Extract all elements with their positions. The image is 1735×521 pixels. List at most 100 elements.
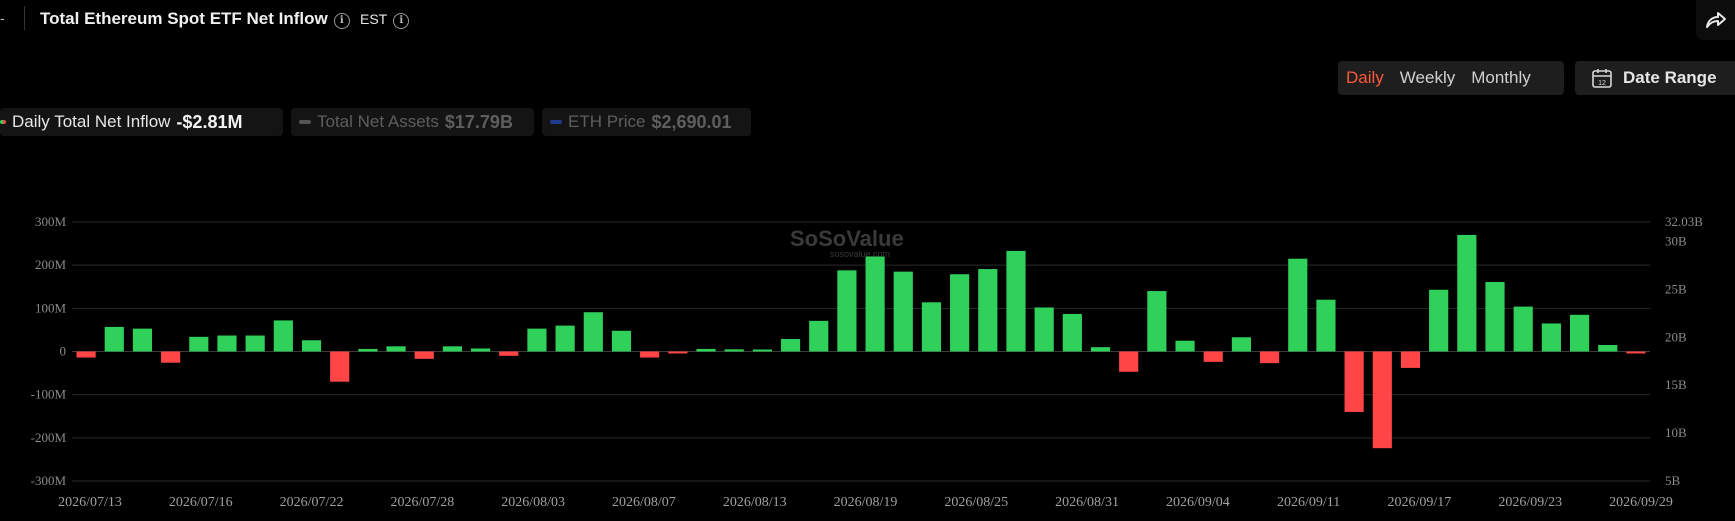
x-axis-date-label: 2026/08/19	[834, 495, 898, 510]
inflow-bar	[780, 338, 801, 352]
outflow-bar	[330, 351, 350, 382]
outflow-bar	[1203, 351, 1223, 362]
right-axis-tick: 32.03B	[1665, 214, 1703, 229]
outflow-bar	[161, 351, 181, 363]
outflow-bar	[1372, 351, 1392, 449]
right-axis-tick: 25B	[1665, 281, 1687, 296]
inflow-bar	[104, 326, 124, 352]
left-axis-tick: 0	[60, 344, 67, 359]
outflow-bar	[1119, 351, 1139, 372]
x-axis-date-label: 2026/09/29	[1609, 495, 1673, 510]
inflow-bar	[527, 328, 547, 352]
x-axis-date-label: 2026/08/31	[1055, 495, 1119, 510]
date-range-button[interactable]: 12 Date Range	[1575, 61, 1735, 95]
inflow-bar	[1569, 314, 1590, 352]
legend-total-net-assets[interactable]: Total Net Assets $17.79B	[291, 108, 534, 136]
tab-weekly[interactable]: Weekly	[1392, 68, 1463, 88]
inflow-bar	[724, 349, 744, 352]
timezone-text: EST	[360, 11, 388, 27]
timezone-label: EST i	[360, 11, 410, 29]
calendar-day-number: 12	[1598, 80, 1606, 87]
x-axis-date-label: 2026/09/23	[1498, 495, 1562, 510]
legend-label-eth-price: ETH Price	[568, 112, 646, 131]
x-axis-date-label: 2026/08/13	[723, 495, 787, 510]
inflow-bar	[358, 348, 378, 352]
outflow-bar	[1260, 351, 1280, 364]
inflow-bar	[809, 320, 829, 352]
left-axis-tick: 100M	[35, 300, 67, 315]
inflow-bar	[273, 320, 293, 352]
collapse-mark[interactable]: -	[0, 10, 5, 26]
inflow-bar	[189, 336, 209, 352]
tab-daily[interactable]: Daily	[1338, 68, 1392, 88]
legend-value-eth-price: $2,690.01	[651, 111, 732, 132]
inflow-bar	[950, 274, 970, 352]
left-axis-tick: 200M	[35, 257, 67, 272]
inflow-bar	[921, 302, 942, 352]
left-axis-tick: -200M	[31, 430, 67, 445]
inflow-bar	[301, 340, 322, 352]
inflow-bar	[1288, 258, 1308, 352]
outflow-bar	[1626, 351, 1646, 354]
inflow-bar	[752, 349, 772, 352]
outflow-bar	[640, 351, 660, 358]
inflow-bar	[837, 270, 857, 352]
inflow-bar	[1316, 299, 1336, 352]
x-axis-date-label: 2026/07/13	[58, 495, 122, 510]
inflow-bar	[1062, 313, 1082, 352]
right-axis-tick: 10B	[1665, 425, 1687, 440]
legend-label-net-inflow: Daily Total Net Inflow	[12, 112, 171, 131]
inflow-bar	[696, 348, 716, 352]
timezone-info-icon[interactable]: i	[393, 13, 410, 29]
legend-daily-net-inflow[interactable]: Daily Total Net Inflow -$2.81M	[0, 108, 283, 136]
header-divider	[24, 6, 25, 30]
inflow-bar	[1457, 234, 1477, 352]
inflow-bar	[245, 335, 265, 352]
inflow-bar	[1541, 323, 1561, 352]
date-range-label: Date Range	[1623, 68, 1717, 87]
legend-swatch-net-inflow	[0, 120, 6, 124]
share-button[interactable]	[1696, 0, 1735, 40]
legend-value-net-assets: $17.79B	[444, 111, 513, 132]
outflow-bar	[76, 351, 96, 358]
x-axis-date-label: 2026/09/11	[1277, 495, 1340, 510]
calendar-icon: 12	[1592, 69, 1612, 88]
share-icon	[1705, 12, 1726, 28]
inflow-bar	[1598, 345, 1618, 352]
inflow-bar	[583, 312, 603, 352]
title-info-icon[interactable]: i	[333, 13, 350, 29]
x-axis-date-label: 2026/08/03	[501, 495, 565, 510]
inflow-bar	[1513, 306, 1533, 352]
inflow-bar	[1485, 282, 1505, 352]
inflow-bar	[1429, 289, 1449, 352]
right-axis-tick: 20B	[1665, 329, 1687, 344]
legend-value-net-inflow: -$2.81M	[176, 111, 243, 132]
inflow-bar	[1231, 337, 1251, 352]
inflow-bar	[611, 330, 632, 352]
inflow-bar	[1147, 291, 1167, 352]
x-axis-date-label: 2026/09/04	[1166, 495, 1230, 510]
outflow-bar	[1400, 351, 1421, 368]
inflow-bar	[865, 256, 885, 352]
top-bar: - Total Ethereum Spot ETF Net Inflow i ES…	[0, 0, 1735, 40]
x-axis-date-label: 2026/07/28	[390, 495, 454, 510]
tab-monthly[interactable]: Monthly	[1463, 68, 1539, 88]
title-text: Total Ethereum Spot ETF Net Inflow	[40, 9, 328, 28]
inflow-bar	[893, 271, 913, 352]
x-axis-date-label: 2026/08/07	[612, 495, 676, 510]
outflow-bar	[499, 351, 519, 356]
inflow-bar	[1175, 340, 1195, 352]
x-axis-date-label: 2026/09/17	[1388, 495, 1452, 510]
inflow-bar	[386, 346, 406, 352]
x-axis-date-label: 2026/08/25	[944, 495, 1008, 510]
inflow-bar	[132, 328, 153, 352]
x-axis-date-label: 2026/07/22	[280, 495, 344, 510]
right-axis-tick: 5B	[1665, 473, 1681, 488]
outflow-bar	[414, 351, 434, 359]
legend-eth-price[interactable]: ETH Price $2,690.01	[542, 108, 751, 136]
inflow-bar	[217, 335, 237, 352]
right-axis-tick: 15B	[1665, 377, 1687, 392]
left-axis-tick: 300M	[35, 214, 67, 229]
inflow-bar	[1034, 307, 1054, 352]
x-axis-date-label: 2026/07/16	[169, 495, 233, 510]
